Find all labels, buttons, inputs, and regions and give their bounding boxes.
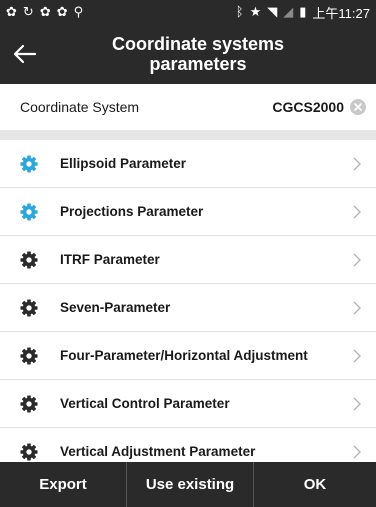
list-item-parameter[interactable]: Four-Parameter/Horizontal Adjustment [0, 332, 376, 380]
parameter-label: Projections Parameter [60, 204, 204, 219]
coordinate-system-value-group: CGCS2000 [272, 99, 366, 115]
page-title: Coordinate systems parameters [60, 34, 336, 74]
chevron-right-icon [353, 349, 361, 362]
notification-icon: ✿ [56, 4, 68, 20]
app-header: Coordinate systems parameters [0, 24, 376, 84]
chevron-right-icon [353, 445, 361, 458]
list-item-parameter[interactable]: Ellipsoid Parameter [0, 140, 376, 188]
back-arrow-icon [13, 44, 37, 64]
list-item-parameter[interactable]: ITRF Parameter [0, 236, 376, 284]
export-button[interactable]: Export [0, 462, 127, 507]
status-bar: ✿ ↻ ✿ ✿ ⚲ ᛒ ★ ◥ ◢ ▮ 上午11:27 [0, 0, 376, 24]
status-right-icons: ᛒ ★ ◥ ◢ ▮ 上午11:27 [236, 3, 370, 22]
gear-icon [20, 250, 38, 269]
chevron-right-icon [353, 301, 361, 314]
parameter-label: Four-Parameter/Horizontal Adjustment [60, 348, 308, 363]
coordinate-system-value: CGCS2000 [272, 99, 344, 115]
parameter-label: Seven-Parameter [60, 300, 171, 315]
location-icon: ⚲ [73, 4, 84, 20]
list-item-parameter[interactable]: Seven-Parameter [0, 284, 376, 332]
bluetooth-icon: ᛒ [235, 4, 244, 20]
chevron-right-icon [353, 397, 361, 410]
status-left-icons: ✿ ↻ ✿ ✿ ⚲ [6, 6, 83, 19]
footer-bar: Export Use existing OK [0, 462, 376, 507]
page-title-line2: parameters [149, 54, 247, 74]
sync-icon: ↻ [22, 4, 34, 20]
status-time: 上午11:27 [312, 5, 370, 21]
wifi-icon: ◥ [267, 4, 278, 20]
ok-button[interactable]: OK [254, 462, 376, 507]
page-title-line1: Coordinate systems [111, 34, 285, 54]
gear-icon [20, 154, 38, 173]
chevron-right-icon [353, 253, 361, 266]
star-icon: ★ [249, 4, 262, 20]
parameter-label: Vertical Control Parameter [60, 396, 230, 411]
section-divider [0, 130, 376, 140]
gear-icon [20, 202, 38, 221]
parameter-label: ITRF Parameter [60, 252, 160, 267]
gear-icon [20, 346, 38, 365]
battery-icon: ▮ [299, 4, 307, 20]
notification-icon: ✿ [39, 4, 51, 20]
gear-icon [20, 442, 38, 461]
gear-icon [20, 394, 38, 413]
notification-icon: ✿ [6, 4, 17, 20]
back-button[interactable] [6, 36, 44, 72]
parameter-label: Ellipsoid Parameter [60, 156, 187, 171]
parameter-list: Ellipsoid Parameter Projections Parameter… [0, 140, 376, 476]
signal-icon: ◢ [283, 4, 294, 20]
use-existing-button[interactable]: Use existing [127, 462, 254, 507]
clear-button[interactable] [350, 99, 366, 115]
list-item-parameter[interactable]: Projections Parameter [0, 188, 376, 236]
chevron-right-icon [353, 157, 361, 170]
parameter-label: Vertical Adjustment Parameter [60, 444, 256, 459]
close-icon [354, 103, 362, 111]
coordinate-system-label: Coordinate System [20, 99, 140, 115]
coordinate-system-row[interactable]: Coordinate System CGCS2000 [0, 84, 376, 130]
chevron-right-icon [353, 205, 361, 218]
list-item-parameter[interactable]: Vertical Control Parameter [0, 380, 376, 428]
gear-icon [20, 298, 38, 317]
